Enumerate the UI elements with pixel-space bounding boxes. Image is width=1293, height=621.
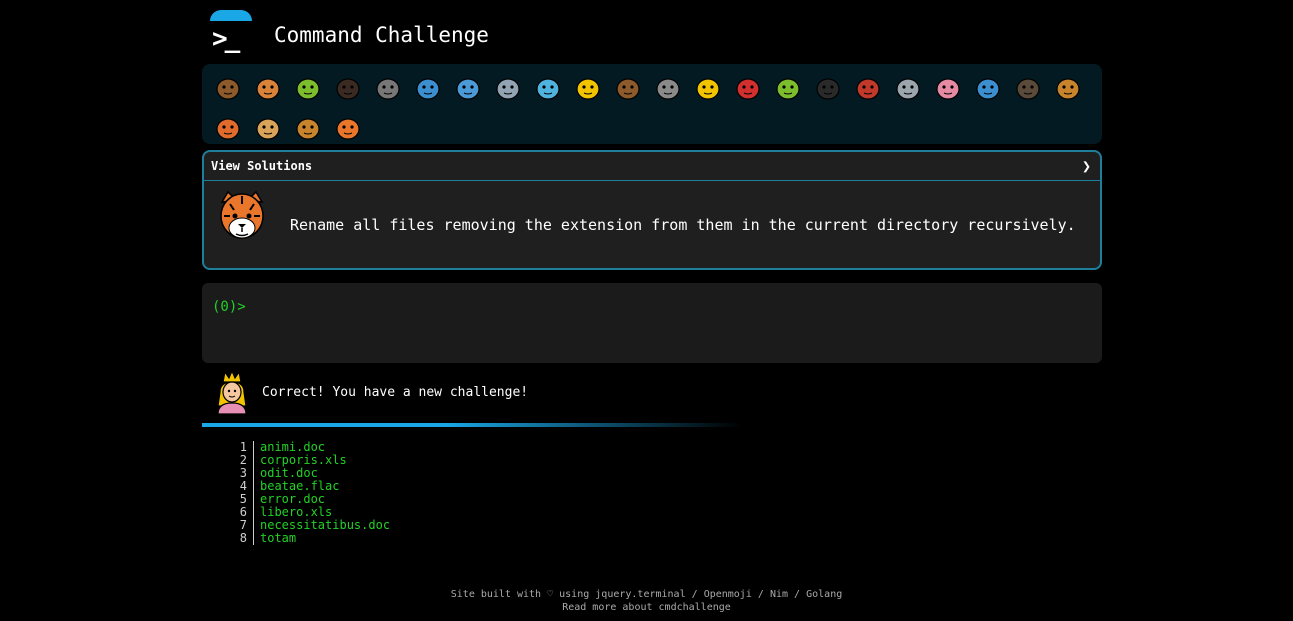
tiger-face-icon bbox=[216, 188, 268, 244]
gorilla-icon[interactable] bbox=[1008, 68, 1048, 108]
footer-line2[interactable]: Read more about cmdchallenge bbox=[0, 601, 1293, 614]
footer-link-jquery-terminal[interactable]: jquery.terminal bbox=[595, 589, 685, 600]
cat-face-icon[interactable] bbox=[248, 108, 288, 148]
earthworm-icon[interactable] bbox=[928, 68, 968, 108]
snail-icon[interactable] bbox=[208, 68, 248, 108]
footer-link-openmoji[interactable]: Openmoji bbox=[704, 589, 752, 600]
achievements-panel bbox=[202, 64, 1102, 144]
footer-separator: / bbox=[757, 589, 764, 600]
fish-icon[interactable] bbox=[528, 68, 568, 108]
solutions-panel: View Solutions ❯ Rename all files removi… bbox=[202, 150, 1102, 270]
page-title: Command Challenge bbox=[274, 23, 489, 47]
footer-separator: / bbox=[794, 589, 801, 600]
caterpillar-icon[interactable] bbox=[288, 68, 328, 108]
ant-icon[interactable] bbox=[328, 68, 368, 108]
terminal-prompt: (0)> bbox=[212, 299, 246, 315]
princess-icon bbox=[214, 369, 250, 415]
lion-icon[interactable] bbox=[288, 108, 328, 148]
chevron-right-icon[interactable]: ❯ bbox=[1082, 157, 1091, 175]
file-row: 8 totam bbox=[232, 532, 390, 545]
whale-icon[interactable] bbox=[408, 68, 448, 108]
monkey-face-icon[interactable] bbox=[608, 68, 648, 108]
view-solutions-toggle[interactable]: View Solutions ❯ bbox=[204, 152, 1100, 181]
file-name: totam bbox=[260, 531, 297, 545]
scorpion-icon[interactable] bbox=[848, 68, 888, 108]
footer: Site built with ♡ using jquery.terminal … bbox=[0, 588, 1293, 614]
fox-icon[interactable] bbox=[208, 108, 248, 148]
shark-icon[interactable] bbox=[448, 68, 488, 108]
footer-link-golang[interactable]: Golang bbox=[806, 589, 842, 600]
footer-link-nim[interactable]: Nim bbox=[770, 589, 788, 600]
footer-prefix: Site built with ♡ using bbox=[450, 589, 590, 600]
tiger-face-icon[interactable] bbox=[328, 108, 368, 148]
spider-icon[interactable] bbox=[808, 68, 848, 108]
dolphin-icon[interactable] bbox=[488, 68, 528, 108]
dog-face-icon[interactable] bbox=[1048, 68, 1088, 108]
footer-separator: / bbox=[691, 589, 698, 600]
view-solutions-label[interactable]: View Solutions bbox=[211, 159, 312, 173]
bee-icon[interactable] bbox=[688, 68, 728, 108]
file-list: 1 animi.doc 2 corporis.xls 3 odit.doc 4 beatae.… bbox=[232, 441, 390, 545]
tropical-fish-icon[interactable] bbox=[568, 68, 608, 108]
footer-line1: Site built with ♡ using jquery.terminal … bbox=[0, 588, 1293, 601]
progress-divider bbox=[202, 423, 742, 427]
success-message: Correct! You have a new challenge! bbox=[262, 385, 529, 400]
header: >_ Command Challenge bbox=[202, 6, 1102, 58]
terminal-logo-icon: >_ bbox=[210, 10, 252, 54]
terminal[interactable]: (0)> bbox=[202, 283, 1102, 363]
butterfly-icon[interactable] bbox=[248, 68, 288, 108]
microbe-icon[interactable] bbox=[368, 68, 408, 108]
protozoa-icon[interactable] bbox=[968, 68, 1008, 108]
ladybug-icon[interactable] bbox=[728, 68, 768, 108]
worm-icon[interactable] bbox=[768, 68, 808, 108]
wolf-icon[interactable] bbox=[648, 68, 688, 108]
challenge-description: Rename all files removing the extension … bbox=[290, 216, 1076, 234]
file-line-number: 8 bbox=[232, 532, 254, 545]
file-row: 7 necessitatibus.doc bbox=[232, 519, 390, 532]
fly-icon[interactable] bbox=[888, 68, 928, 108]
